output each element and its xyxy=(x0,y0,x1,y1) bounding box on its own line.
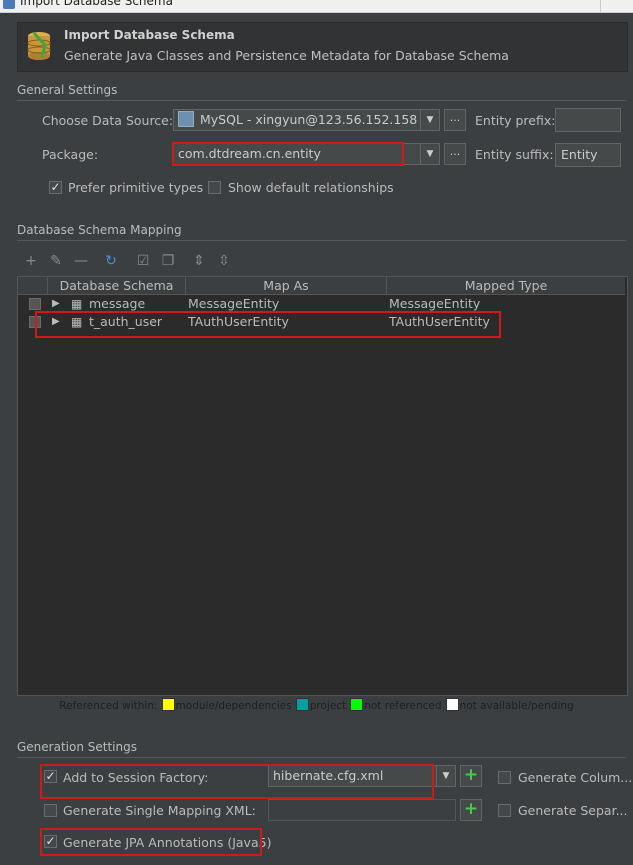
entity-prefix-label: Entity prefix: xyxy=(475,113,556,128)
general-settings-divider xyxy=(17,100,626,101)
row-checkbox[interactable] xyxy=(29,298,41,310)
column-header-map-as[interactable]: Map As xyxy=(186,277,387,295)
single-mapping-checkbox[interactable] xyxy=(44,804,57,817)
general-settings-title: General Settings xyxy=(17,83,118,97)
data-source-label: Choose Data Source: xyxy=(42,113,174,128)
single-mapping-input xyxy=(268,799,456,821)
generation-settings-divider xyxy=(17,757,626,758)
package-highlight xyxy=(172,142,404,166)
schema-mapping-table: Database Schema Map As Mapped Type ▶ ▦ m… xyxy=(17,276,628,696)
entity-suffix-input[interactable]: Entity xyxy=(555,143,621,167)
show-default-relationships-label: Show default relationships xyxy=(228,180,394,195)
prefer-primitive-checkbox[interactable]: ✓ xyxy=(49,181,62,194)
legend-swatch-green xyxy=(350,698,364,711)
database-icon xyxy=(27,31,51,60)
legend-swatch-white xyxy=(445,698,459,711)
add-icon[interactable]: + xyxy=(22,252,40,270)
mapping-toolbar: + ✎ — ↻ ☑ ❐ ⇕ ⇳ xyxy=(22,252,242,272)
t-auth-user-row-highlight xyxy=(35,311,501,338)
session-factory-dropdown-arrow[interactable]: ▼ xyxy=(436,765,456,787)
generate-column-label: Generate Colum... xyxy=(518,770,633,785)
legend-label: not referenced xyxy=(364,700,442,712)
generation-settings-title: Generation Settings xyxy=(17,740,137,754)
expand-all-icon[interactable]: ⇕ xyxy=(190,252,208,270)
legend-label: not available/pending xyxy=(459,700,574,712)
prefer-primitive-label: Prefer primitive types xyxy=(68,180,204,195)
legend-label: module/dependencies xyxy=(175,700,292,712)
jpa-annotations-highlight xyxy=(40,828,262,856)
window-title: Import Database Schema xyxy=(20,0,173,8)
generate-separate-checkbox[interactable] xyxy=(498,804,511,817)
add-session-factory-button[interactable]: + xyxy=(460,765,482,787)
collapse-all-icon[interactable]: ⇳ xyxy=(215,252,233,270)
remove-icon[interactable]: — xyxy=(72,252,90,270)
checkbox-column-header xyxy=(18,277,48,295)
data-source-browse-button[interactable]: ... xyxy=(444,109,466,131)
legend-prefix: Referenced within: xyxy=(59,700,158,712)
package-label: Package: xyxy=(42,147,99,162)
data-source-value: MySQL - xingyun@123.56.152.158 xyxy=(200,112,418,127)
dialog-header: Import Database Schema Generate Java Cla… xyxy=(17,22,628,72)
close-button[interactable] xyxy=(600,0,633,12)
legend-swatch-yellow xyxy=(161,698,175,711)
data-source-select[interactable]: MySQL - xingyun@123.56.152.158 xyxy=(173,109,421,131)
single-mapping-label: Generate Single Mapping XML: xyxy=(63,803,256,818)
legend-swatch-teal xyxy=(295,698,309,711)
data-source-dropdown-arrow[interactable]: ▼ xyxy=(420,109,440,131)
session-factory-highlight xyxy=(40,764,434,799)
show-default-relationships-checkbox[interactable] xyxy=(208,181,221,194)
column-header-schema[interactable]: Database Schema xyxy=(48,277,186,295)
add-single-mapping-button[interactable]: + xyxy=(460,799,482,821)
copy-icon[interactable]: ❐ xyxy=(159,252,177,270)
header-subtitle: Generate Java Classes and Persistence Me… xyxy=(64,48,509,63)
window-titlebar: Import Database Schema xyxy=(0,0,633,13)
generate-separate-label: Generate Separ... xyxy=(518,803,628,818)
package-dropdown-arrow[interactable]: ▼ xyxy=(420,143,440,165)
reference-legend: Referenced within: module/dependencies pro… xyxy=(0,698,633,712)
entity-prefix-input[interactable] xyxy=(555,108,621,132)
header-title: Import Database Schema xyxy=(64,28,235,42)
generate-column-checkbox[interactable] xyxy=(498,771,511,784)
refresh-icon[interactable]: ↻ xyxy=(102,252,120,270)
legend-label: project xyxy=(309,700,347,712)
schema-mapping-title: Database Schema Mapping xyxy=(17,223,182,237)
check-all-icon[interactable]: ☑ xyxy=(134,252,152,270)
entity-suffix-label: Entity suffix: xyxy=(475,147,554,162)
column-header-mapped-type[interactable]: Mapped Type xyxy=(387,277,625,295)
package-browse-button[interactable]: ... xyxy=(444,143,466,165)
edit-icon[interactable]: ✎ xyxy=(47,252,65,270)
schema-mapping-divider xyxy=(17,240,626,241)
mysql-icon xyxy=(178,111,194,127)
app-icon xyxy=(3,0,15,9)
